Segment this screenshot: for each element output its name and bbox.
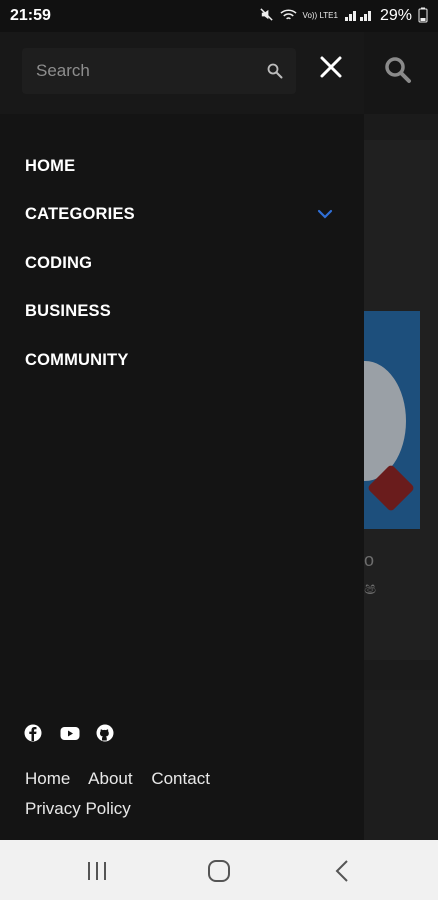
recent-apps-icon: [88, 862, 106, 880]
search-icon[interactable]: [266, 62, 284, 80]
facebook-icon[interactable]: [24, 724, 42, 742]
close-drawer-button[interactable]: [316, 52, 346, 82]
page-search-icon[interactable]: [384, 56, 414, 86]
footer-link-home[interactable]: Home: [25, 769, 70, 788]
footer-link-privacy-policy[interactable]: Privacy Policy: [25, 799, 131, 818]
battery-icon: [418, 7, 428, 26]
system-nav-bar: [0, 840, 438, 900]
menu-item-home[interactable]: HOME: [0, 142, 364, 191]
wifi-icon: [279, 8, 297, 25]
status-bar: 21:59 Vo)) LTE1 29%: [0, 0, 438, 32]
menu-item-label: CATEGORIES: [25, 205, 135, 224]
drawer-menu: HOME CATEGORIES CODING BUSINESS COMMUNIT…: [0, 142, 364, 385]
back-button[interactable]: [330, 858, 356, 884]
carrier-label: Vo)) LTE1: [302, 11, 338, 20]
close-icon: [320, 56, 342, 78]
back-icon: [335, 860, 348, 882]
menu-item-label: COMMUNITY: [25, 350, 129, 369]
home-icon: [208, 860, 230, 882]
menu-item-label: BUSINESS: [25, 302, 111, 321]
menu-item-community[interactable]: COMMUNITY: [0, 336, 364, 385]
chevron-down-icon[interactable]: [316, 205, 334, 223]
battery-percent: 29%: [379, 7, 412, 24]
status-icons: Vo)) LTE1 29%: [259, 7, 428, 26]
github-icon[interactable]: [96, 724, 114, 742]
youtube-icon[interactable]: [60, 724, 80, 742]
menu-item-label: HOME: [25, 156, 76, 175]
menu-item-categories[interactable]: CATEGORIES: [0, 191, 364, 240]
footer-link-contact[interactable]: Contact: [151, 769, 210, 788]
mute-icon: [259, 7, 274, 25]
search-input[interactable]: [22, 48, 258, 94]
article-title-fragment: o: [364, 550, 375, 570]
drawer-header: [0, 32, 364, 114]
footer-link-about[interactable]: About: [88, 769, 132, 788]
signal-icon: [344, 8, 374, 25]
menu-item-label: CODING: [25, 253, 93, 272]
menu-item-business[interactable]: BUSINESS: [0, 288, 364, 337]
menu-item-coding[interactable]: CODING: [0, 239, 364, 288]
status-time: 21:59: [10, 7, 51, 24]
page-footer: [364, 690, 438, 840]
recent-apps-button[interactable]: [84, 858, 110, 884]
article-title-fragment-2: ෂ: [364, 578, 377, 598]
social-links: [24, 724, 114, 742]
article-thumbnail[interactable]: [364, 311, 420, 529]
footer-links: Home About Contact Privacy Policy: [25, 764, 345, 824]
navigation-drawer: HOME CATEGORIES CODING BUSINESS COMMUNIT…: [0, 32, 364, 840]
search-box: [22, 48, 296, 94]
home-button[interactable]: [206, 858, 232, 884]
